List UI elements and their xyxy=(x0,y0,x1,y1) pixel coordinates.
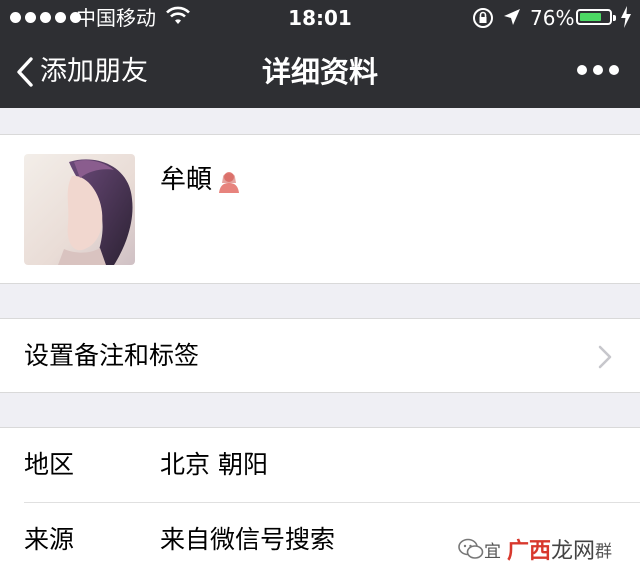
set-remark-label: 设置备注和标签 xyxy=(24,341,200,370)
watermark: 宜 广西龙网 群 xyxy=(458,533,612,565)
source-value: 来自微信号搜索 xyxy=(160,525,336,554)
region-label: 地区 xyxy=(24,450,75,479)
name-row: 牟頔 xyxy=(160,163,242,197)
top-bar: 中国移动 18:01 76% 添加朋友 详细资料 xyxy=(0,0,640,108)
battery-level-fill xyxy=(580,13,601,21)
region-value: 北京 朝阳 xyxy=(160,450,268,479)
watermark-brand-gray: 龙网 xyxy=(551,539,596,564)
source-label: 来源 xyxy=(24,525,75,554)
avatar-image xyxy=(24,154,135,265)
profile-card: 牟頔 xyxy=(0,134,640,284)
page-title: 详细资料 xyxy=(261,55,378,89)
location-arrow-icon xyxy=(504,9,520,25)
chevron-right-icon xyxy=(598,345,612,369)
battery-icon xyxy=(576,9,616,25)
watermark-suffix: 群 xyxy=(595,541,613,562)
battery-percent: 76% xyxy=(530,6,575,30)
profile-name: 牟頔 xyxy=(160,165,213,195)
status-bar: 中国移动 18:01 76% xyxy=(0,0,640,36)
region-row: 地区 北京 朝阳 xyxy=(0,428,640,503)
set-remark-and-tags-row[interactable]: 设置备注和标签 xyxy=(0,318,640,393)
charging-bolt-icon xyxy=(621,6,631,28)
navigation-bar: 添加朋友 详细资料 xyxy=(0,36,640,108)
watermark-prefix: 宜 xyxy=(484,541,501,562)
avatar[interactable] xyxy=(24,154,135,265)
wechat-logo-icon xyxy=(458,538,484,559)
more-dots-icon[interactable] xyxy=(577,65,619,75)
female-person-icon xyxy=(219,172,240,193)
watermark-brand-red: 广西 xyxy=(507,539,552,564)
orientation-lock-icon xyxy=(473,8,493,28)
watermark-brand: 广西龙网 xyxy=(507,533,595,565)
